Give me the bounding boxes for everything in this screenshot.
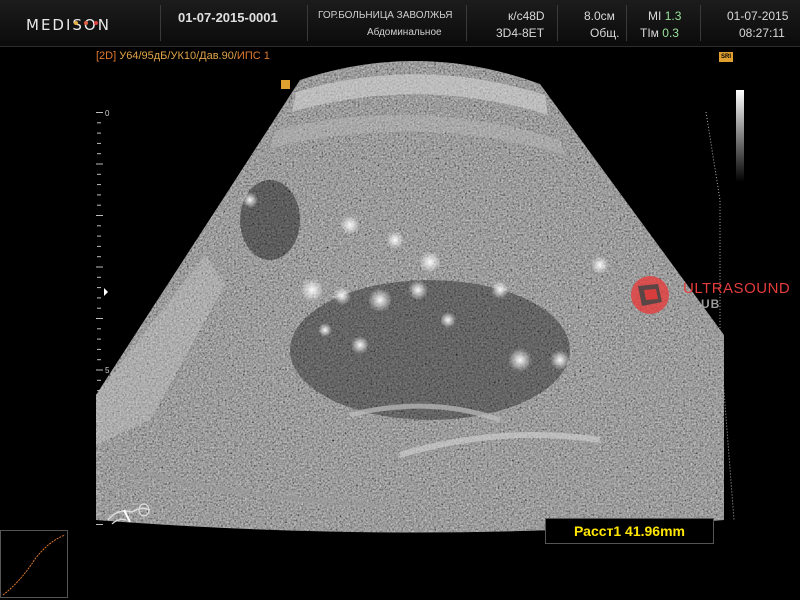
ruler-tick [97,235,101,237]
ruler-tick [97,276,101,278]
ruler-tick [96,266,103,268]
ruler-tick [97,245,101,247]
probe-orientation-icon [107,503,151,525]
ruler-tick [97,256,101,258]
ruler-tick [97,338,101,340]
tgc-curve[interactable] [0,530,68,598]
ruler-tick [97,441,101,443]
ruler-tick [96,318,103,319]
ruler-tick [97,462,101,464]
ruler-tick [96,369,103,371]
ruler-tick [97,122,101,124]
ruler-tick [97,379,101,381]
ruler-tick [97,410,101,412]
ruler-tick [96,112,103,113]
ruler-label-0: 0 [105,109,110,118]
ruler-tick [97,451,101,453]
ruler-label-5: 5 [105,366,110,375]
ruler-tick [96,215,103,216]
ruler-tick [96,472,103,474]
measurement-result: Расст1 41.96mm [545,518,714,544]
ruler-tick [97,359,101,361]
ruler-tick [97,132,101,134]
depth-pointer-icon [104,288,108,296]
ruler-tick [97,225,101,227]
ruler-tick [97,431,101,433]
ruler-tick [97,204,101,206]
ruler-tick [97,390,101,392]
ruler-tick [97,513,101,515]
ruler-tick [97,173,101,175]
ruler-tick [96,421,103,422]
ruler-tick [97,142,101,144]
ruler-tick [97,297,101,299]
ruler-tick [97,503,101,505]
ruler-tick [97,400,101,402]
ruler-tick [97,348,101,350]
ruler-tick [97,287,101,289]
ruler-tick [97,482,101,484]
ruler-tick [97,307,101,309]
ruler-tick [97,328,101,330]
ruler-tick [96,524,103,525]
ultrasound-club-logo-icon [631,276,669,314]
watermark-subtitle: CLUB [683,297,721,311]
grayscale-bar [736,90,744,182]
ruler-tick [96,163,103,165]
ruler-tick [97,184,101,186]
ruler-tick [97,153,101,155]
ruler-tick [97,194,101,196]
ruler-tick [97,493,101,495]
depth-ruler: 0 5 [96,109,110,525]
watermark-title: ULTRASOUND [683,280,791,297]
